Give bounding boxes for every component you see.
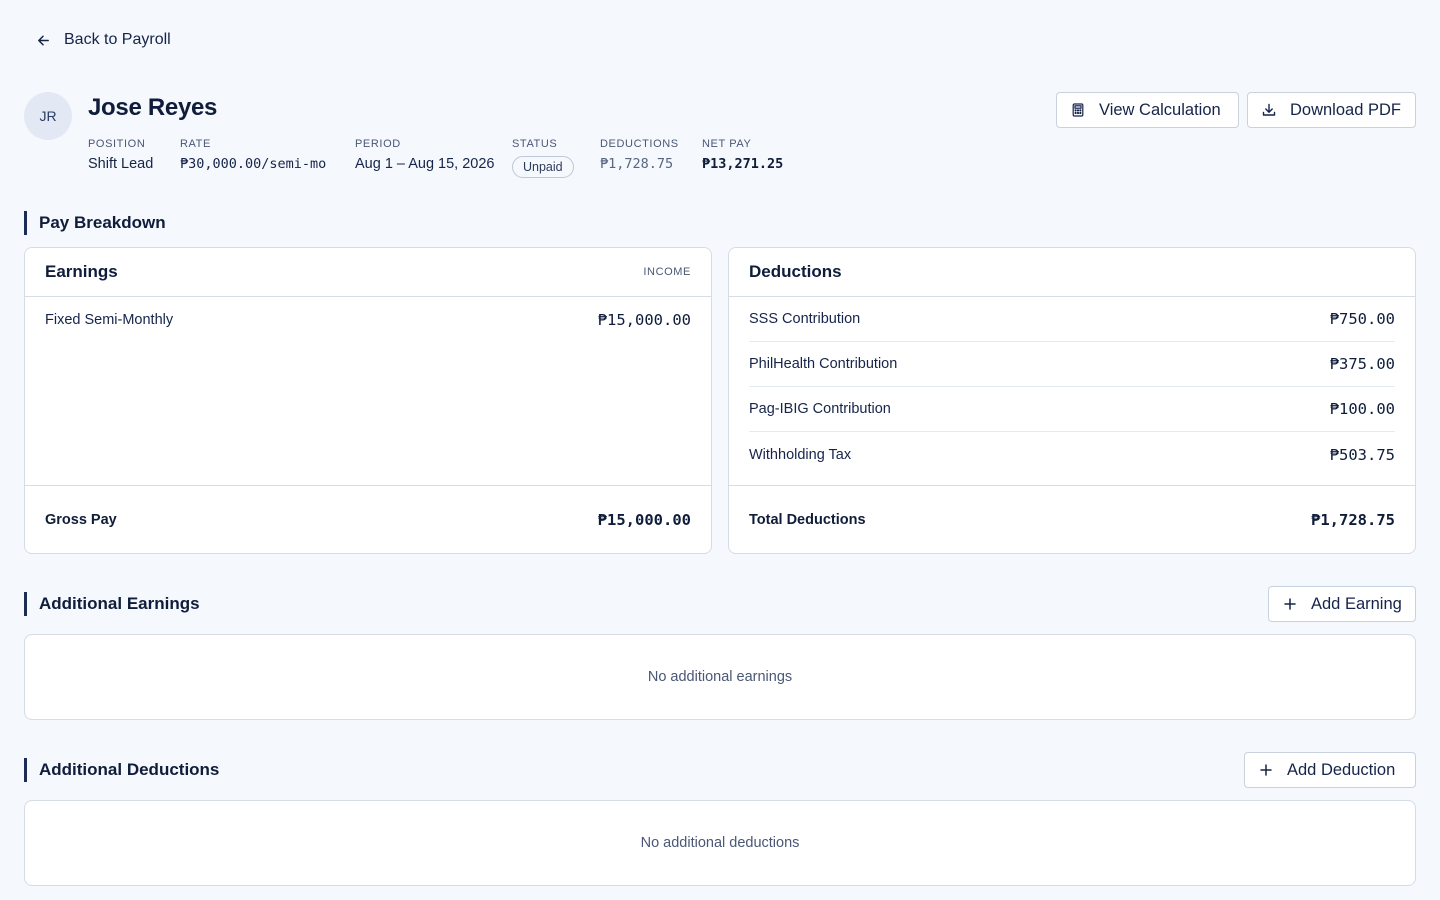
gross-pay-amount: ₱15,000.00: [597, 510, 691, 529]
deduction-amount: ₱100.00: [1329, 400, 1395, 418]
additional-earnings-title: Additional Earnings: [24, 592, 200, 616]
meta-position: POSITION Shift Lead: [88, 138, 153, 172]
earning-row: Fixed Semi-Monthly ₱15,000.00: [45, 297, 691, 342]
rate-label: RATE: [180, 138, 211, 150]
deduction-row: Withholding Tax ₱503.75: [749, 432, 1395, 477]
deduction-row: PhilHealth Contribution ₱375.00: [749, 342, 1395, 387]
deduction-label: SSS Contribution: [749, 311, 861, 327]
deductions-list: SSS Contribution ₱750.00 PhilHealth Cont…: [729, 297, 1415, 485]
period-value: Aug 1 – Aug 15, 2026: [355, 156, 495, 172]
deductions-card: Deductions SSS Contribution ₱750.00 Phil…: [728, 247, 1416, 554]
earnings-list: Fixed Semi-Monthly ₱15,000.00: [25, 297, 711, 485]
total-deductions-label: Total Deductions: [749, 511, 866, 528]
deductions-label: DEDUCTIONS: [600, 138, 679, 150]
deduction-row: Pag-IBIG Contribution ₱100.00: [749, 387, 1395, 432]
plus-icon: [1284, 598, 1296, 610]
back-link-label: Back to Payroll: [64, 31, 171, 48]
period-label: PERIOD: [355, 138, 401, 150]
view-calculation-button[interactable]: View Calculation: [1056, 92, 1239, 128]
meta-period: PERIOD Aug 1 – Aug 15, 2026: [355, 138, 495, 172]
add-earning-button[interactable]: Add Earning: [1268, 586, 1416, 622]
additional-deductions-title: Additional Deductions: [24, 758, 219, 782]
status-label: STATUS: [512, 138, 558, 150]
plus-icon: [1260, 764, 1272, 776]
income-tag: INCOME: [643, 266, 691, 278]
pay-breakdown-title: Pay Breakdown: [24, 211, 166, 235]
gross-pay-row: Gross Pay ₱15,000.00: [25, 485, 711, 553]
earning-label: Fixed Semi-Monthly: [45, 311, 174, 328]
deduction-amount: ₱750.00: [1329, 310, 1395, 328]
deduction-label: Withholding Tax: [749, 446, 852, 463]
meta-deductions: DEDUCTIONS ₱1,728.75: [600, 138, 679, 172]
add-deduction-button[interactable]: Add Deduction: [1244, 752, 1416, 788]
gross-pay-label: Gross Pay: [45, 511, 117, 528]
meta-rate: RATE ₱30,000.00/semi-mo: [180, 138, 326, 172]
earning-amount: ₱15,000.00: [597, 310, 691, 329]
earnings-card-header: Earnings INCOME: [25, 248, 711, 297]
deduction-row: SSS Contribution ₱750.00: [749, 297, 1395, 342]
deductions-value: ₱1,728.75: [600, 156, 674, 172]
arrow-left-icon: [38, 35, 49, 45]
rate-value: ₱30,000.00/semi-mo: [180, 156, 327, 172]
meta-net-pay: NET PAY ₱13,271.25: [702, 138, 783, 172]
position-label: POSITION: [88, 138, 146, 150]
view-calculation-label: View Calculation: [1099, 100, 1221, 119]
no-additional-earnings-text: No additional earnings: [647, 669, 793, 685]
no-additional-deductions-text: No additional deductions: [640, 835, 800, 851]
avatar: JR: [24, 92, 72, 140]
meta-status: STATUS Unpaid: [512, 138, 574, 178]
deduction-amount: ₱375.00: [1329, 355, 1395, 373]
avatar-initials: JR: [39, 108, 57, 124]
total-deductions-amount: ₱1,728.75: [1311, 510, 1395, 529]
status-badge: Unpaid: [512, 156, 574, 178]
add-earning-label: Add Earning: [1311, 594, 1402, 613]
download-icon: [1262, 103, 1276, 116]
total-deductions-row: Total Deductions ₱1,728.75: [729, 485, 1415, 553]
net-pay-value: ₱13,271.25: [702, 156, 784, 172]
position-value: Shift Lead: [88, 156, 154, 172]
download-pdf-button[interactable]: Download PDF: [1247, 92, 1416, 128]
additional-deductions-empty-state: No additional deductions: [24, 800, 1416, 886]
net-pay-label: NET PAY: [702, 138, 752, 150]
add-deduction-label: Add Deduction: [1287, 760, 1396, 779]
deductions-title: Deductions: [749, 262, 842, 281]
deduction-amount: ₱503.75: [1329, 445, 1395, 464]
back-to-payroll-link[interactable]: Back to Payroll: [36, 31, 171, 49]
calculator-icon: [1072, 103, 1084, 117]
earnings-title: Earnings: [45, 262, 118, 281]
download-pdf-label: Download PDF: [1290, 100, 1401, 119]
deduction-label: Pag-IBIG Contribution: [749, 401, 891, 417]
earnings-card: Earnings INCOME Fixed Semi-Monthly ₱15,0…: [24, 247, 712, 554]
deduction-label: PhilHealth Contribution: [749, 356, 898, 372]
deductions-card-header: Deductions: [729, 248, 1415, 297]
additional-earnings-empty-state: No additional earnings: [24, 634, 1416, 720]
employee-name: Jose Reyes: [88, 94, 218, 121]
